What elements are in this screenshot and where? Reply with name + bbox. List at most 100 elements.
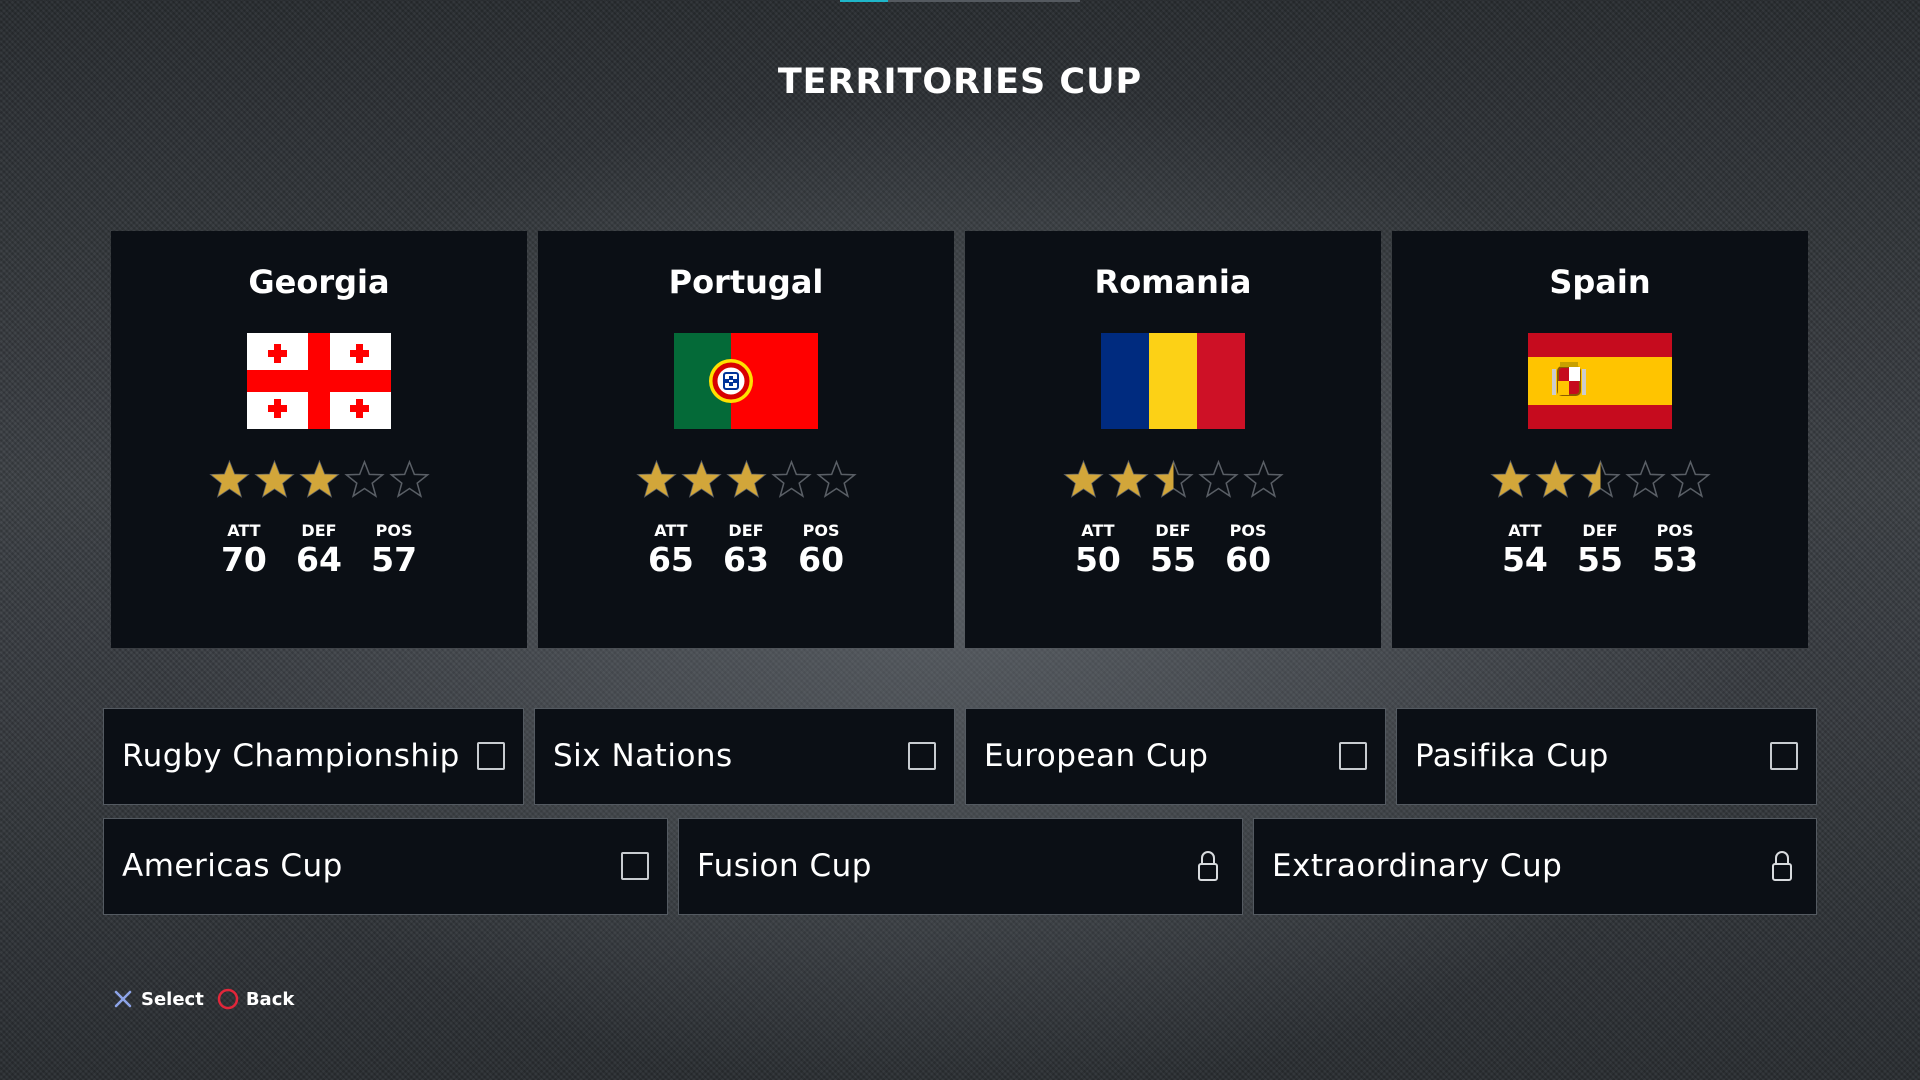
competition-label: European Cup: [984, 738, 1209, 774]
team-card-georgia[interactable]: Georgia ATT 70 DEF 64 POS 57: [111, 231, 527, 648]
checkbox-icon[interactable]: [621, 852, 649, 880]
team-card-spain[interactable]: Spain ATT 54 DEF 55 POS 53: [1392, 231, 1808, 648]
star-filled-icon: [297, 459, 342, 499]
stat-pos-value: 60: [1225, 540, 1272, 579]
lock-icon: [1770, 849, 1794, 883]
competition-label: Fusion Cup: [697, 848, 872, 884]
star-half-icon: [1151, 459, 1196, 499]
stat-att-value: 65: [647, 540, 694, 579]
star-empty-icon: [342, 459, 387, 499]
star-empty-icon: [769, 459, 814, 499]
star-filled-icon: [1488, 459, 1533, 499]
star-rating: [965, 459, 1381, 499]
star-empty-icon: [1241, 459, 1286, 499]
star-filled-icon: [1061, 459, 1106, 499]
checkbox-icon[interactable]: [1339, 742, 1367, 770]
team-stats: ATT 70 DEF 64 POS 57: [111, 521, 527, 579]
competition-label: Pasifika Cup: [1415, 738, 1609, 774]
competition-extraordinary-cup[interactable]: Extraordinary Cup: [1253, 818, 1817, 915]
stat-def-label: DEF: [728, 521, 764, 540]
stat-pos: POS 60: [786, 521, 856, 579]
stat-att-label: ATT: [654, 521, 688, 540]
team-stats: ATT 54 DEF 55 POS 53: [1392, 521, 1808, 579]
star-rating: [538, 459, 954, 499]
star-rating: [1392, 459, 1808, 499]
competition-label: Six Nations: [553, 738, 733, 774]
select-hint[interactable]: Select: [111, 987, 216, 1011]
stat-att-label: ATT: [227, 521, 261, 540]
page-title: TERRITORIES CUP: [777, 62, 1143, 102]
stat-pos-label: POS: [375, 521, 413, 540]
stat-def-label: DEF: [1155, 521, 1191, 540]
competition-label: Americas Cup: [122, 848, 343, 884]
star-empty-icon: [1196, 459, 1241, 499]
competition-label: Extraordinary Cup: [1272, 848, 1563, 884]
star-filled-icon: [1106, 459, 1151, 499]
stat-pos-label: POS: [1229, 521, 1267, 540]
competition-rugby-championship[interactable]: Rugby Championship: [103, 708, 524, 805]
stat-pos: POS 53: [1640, 521, 1710, 579]
stat-def-value: 55: [1150, 540, 1196, 579]
stat-att: ATT 70: [209, 521, 279, 579]
button-hints: Select Back: [111, 987, 306, 1013]
stat-att-value: 70: [220, 540, 267, 579]
top-tab-indicator: [840, 0, 1080, 2]
star-filled-icon: [207, 459, 252, 499]
stat-def: DEF 63: [711, 521, 781, 579]
stat-def: DEF 64: [284, 521, 354, 579]
star-empty-icon: [387, 459, 432, 499]
team-stats: ATT 65 DEF 63 POS 60: [538, 521, 954, 579]
stat-att-label: ATT: [1081, 521, 1115, 540]
star-filled-icon: [252, 459, 297, 499]
stat-pos: POS 60: [1213, 521, 1283, 579]
competition-pasifika-cup[interactable]: Pasifika Cup: [1396, 708, 1817, 805]
stat-att-label: ATT: [1508, 521, 1542, 540]
stat-att: ATT 65: [636, 521, 706, 579]
checkbox-icon[interactable]: [477, 742, 505, 770]
star-empty-icon: [1623, 459, 1668, 499]
checkbox-icon[interactable]: [908, 742, 936, 770]
romania-flag-icon: [1101, 333, 1245, 429]
georgia-flag-icon: [247, 333, 391, 429]
star-rating: [111, 459, 527, 499]
team-name: Portugal: [668, 263, 824, 301]
checkbox-icon[interactable]: [1770, 742, 1798, 770]
stat-def-value: 55: [1577, 540, 1623, 579]
cross-button-icon: [111, 987, 135, 1011]
stat-att-value: 54: [1501, 540, 1548, 579]
circle-button-icon: [216, 987, 240, 1011]
stat-def: DEF 55: [1138, 521, 1208, 579]
stat-def-label: DEF: [301, 521, 337, 540]
team-name: Romania: [1094, 263, 1252, 301]
stat-def-label: DEF: [1582, 521, 1618, 540]
stat-pos-value: 60: [798, 540, 845, 579]
star-filled-icon: [634, 459, 679, 499]
star-filled-icon: [724, 459, 769, 499]
star-empty-icon: [814, 459, 859, 499]
competition-fusion-cup[interactable]: Fusion Cup: [678, 818, 1243, 915]
stat-def-value: 63: [723, 540, 769, 579]
back-hint[interactable]: Back: [216, 987, 307, 1011]
team-card-portugal[interactable]: Portugal ATT 65 DEF 63 POS 60: [538, 231, 954, 648]
star-filled-icon: [679, 459, 724, 499]
team-cards: Georgia ATT 70 DEF 64 POS 57 Portugal AT…: [111, 231, 1811, 648]
competition-european-cup[interactable]: European Cup: [965, 708, 1386, 805]
stat-pos-value: 53: [1652, 540, 1699, 579]
back-label: Back: [245, 988, 295, 1010]
stat-pos-value: 57: [371, 540, 418, 579]
portugal-flag-icon: [674, 333, 818, 429]
competition-americas-cup[interactable]: Americas Cup: [103, 818, 668, 915]
team-name: Georgia: [248, 263, 390, 301]
star-filled-icon: [1533, 459, 1578, 499]
spain-flag-icon: [1528, 333, 1672, 429]
stat-pos-label: POS: [1656, 521, 1694, 540]
select-label: Select: [141, 988, 204, 1010]
stat-att: ATT 50: [1063, 521, 1133, 579]
stat-pos: POS 57: [359, 521, 429, 579]
stat-att-value: 50: [1074, 540, 1121, 579]
stat-att: ATT 54: [1490, 521, 1560, 579]
stat-def-value: 64: [296, 540, 342, 579]
competition-six-nations[interactable]: Six Nations: [534, 708, 955, 805]
team-stats: ATT 50 DEF 55 POS 60: [965, 521, 1381, 579]
team-card-romania[interactable]: Romania ATT 50 DEF 55 POS 60: [965, 231, 1381, 648]
